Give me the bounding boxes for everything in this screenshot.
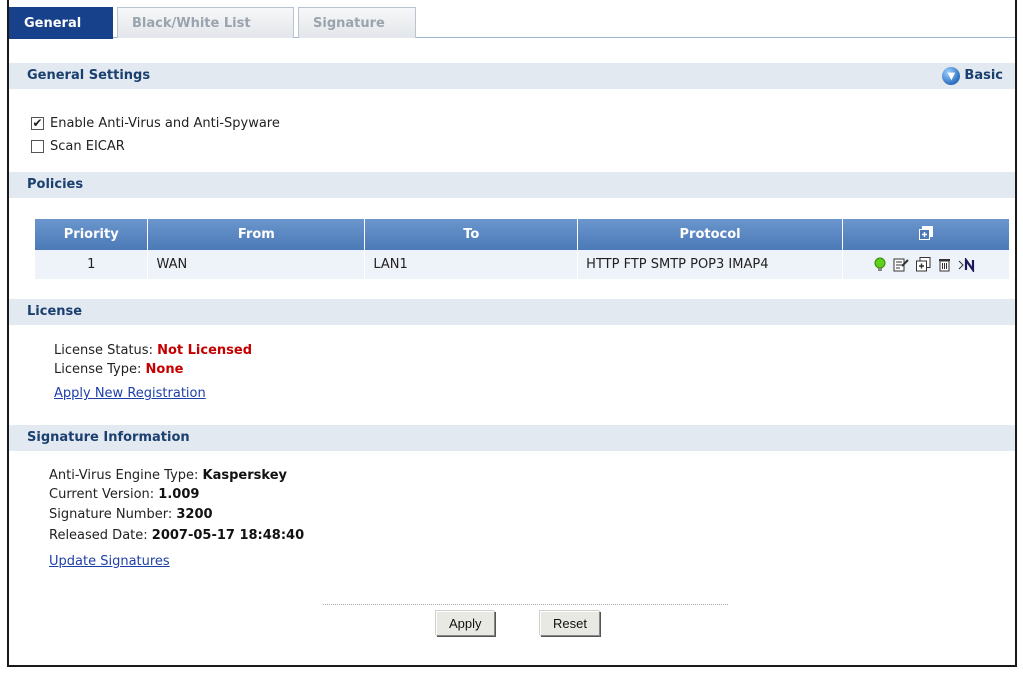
update-signatures-link[interactable]: Update Signatures	[49, 554, 170, 569]
enable-av-row: ✔ Enable Anti-Virus and Anti-Spyware	[31, 116, 280, 131]
released-date-line: Released Date: 2007-05-17 18:48:40	[49, 528, 304, 543]
col-protocol: Protocol	[577, 219, 844, 250]
chevron-down-icon: ▼	[942, 67, 961, 85]
tab-general[interactable]: General	[9, 7, 113, 39]
basic-label: Basic	[964, 68, 1003, 83]
cell-to: LAN1	[364, 250, 579, 279]
license-type-value: None	[145, 362, 184, 377]
tab-black-white-list[interactable]: Black/White List	[117, 7, 294, 38]
col-to: To	[364, 219, 579, 250]
trash-icon[interactable]	[938, 257, 951, 272]
version-label: Current Version:	[49, 487, 155, 502]
engine-line: Anti-Virus Engine Type: Kasperskey	[49, 468, 287, 483]
version-line: Current Version: 1.009	[49, 487, 199, 502]
basic-link[interactable]: ▼ Basic	[942, 63, 1003, 89]
move-icon[interactable]	[958, 257, 978, 272]
released-date-label: Released Date:	[49, 528, 148, 543]
signature-number-label: Signature Number:	[49, 507, 173, 522]
col-from: From	[147, 219, 366, 250]
col-add	[842, 219, 1010, 250]
table-row: 1 WAN LAN1 HTTP FTP SMTP POP3 IMAP4	[35, 250, 1010, 279]
license-status-label: License Status:	[54, 343, 153, 358]
policies-header: Policies	[9, 172, 1015, 198]
cell-priority: 1	[35, 250, 149, 279]
cell-from: WAN	[147, 250, 366, 279]
signature-info-header: Signature Information	[9, 425, 1015, 451]
apply-new-registration-link[interactable]: Apply New Registration	[54, 386, 206, 401]
enable-av-checkbox[interactable]: ✔	[31, 117, 44, 130]
add-policy-icon[interactable]	[919, 225, 933, 240]
license-type-line: License Type: None	[54, 362, 183, 377]
signature-info-title: Signature Information	[27, 430, 190, 445]
col-priority: Priority	[35, 219, 149, 250]
bulb-icon[interactable]	[874, 257, 886, 273]
insert-icon[interactable]	[916, 257, 931, 272]
cell-protocol: HTTP FTP SMTP POP3 IMAP4	[577, 250, 844, 279]
license-header: License	[9, 299, 1015, 325]
policies-table: Priority From To Protocol 1 WAN LAN1 HTT…	[35, 219, 1010, 279]
enable-av-label: Enable Anti-Virus and Anti-Spyware	[50, 116, 280, 131]
edit-icon[interactable]	[893, 257, 909, 272]
divider	[323, 604, 728, 605]
scan-eicar-label: Scan EICAR	[50, 139, 125, 154]
cell-actions	[842, 250, 1010, 279]
tab-bar: General Black/White List Signature	[9, 0, 1015, 39]
license-title: License	[27, 304, 83, 319]
general-settings-title: General Settings	[27, 68, 151, 83]
main-panel: General Black/White List Signature Gener…	[7, 0, 1017, 667]
version-value: 1.009	[158, 487, 200, 502]
policies-title: Policies	[27, 177, 84, 192]
reset-button[interactable]: Reset	[540, 611, 600, 636]
engine-value: Kasperskey	[202, 468, 287, 483]
apply-registration-line: Apply New Registration	[54, 386, 206, 401]
tab-signature[interactable]: Signature	[298, 7, 416, 38]
signature-number-value: 3200	[176, 507, 213, 522]
signature-number-line: Signature Number: 3200	[49, 507, 213, 522]
engine-label: Anti-Virus Engine Type:	[49, 468, 199, 483]
scan-eicar-row: Scan EICAR	[31, 139, 125, 154]
license-status-value: Not Licensed	[157, 343, 253, 358]
apply-button[interactable]: Apply	[436, 611, 495, 636]
scan-eicar-checkbox[interactable]	[31, 140, 44, 153]
license-type-label: License Type:	[54, 362, 142, 377]
update-signatures-line: Update Signatures	[49, 554, 170, 569]
released-date-value: 2007-05-17 18:48:40	[151, 528, 305, 543]
license-status-line: License Status: Not Licensed	[54, 343, 252, 358]
general-settings-header: General Settings ▼ Basic	[9, 63, 1015, 89]
